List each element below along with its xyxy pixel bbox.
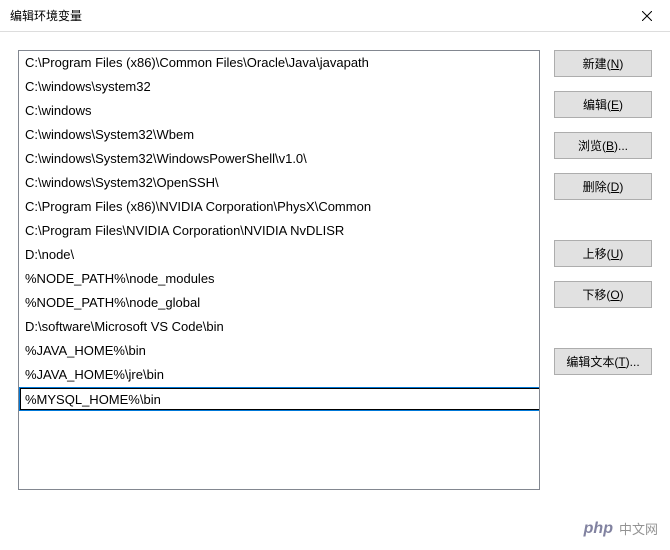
movedown-button[interactable]: 下移(O): [554, 281, 652, 308]
list-item[interactable]: C:\Program Files\NVIDIA Corporation\NVID…: [19, 219, 539, 243]
browse-button[interactable]: 浏览(B)...: [554, 132, 652, 159]
titlebar: 编辑环境变量: [0, 0, 670, 32]
edit-button[interactable]: 编辑(E): [554, 91, 652, 118]
list-item[interactable]: C:\windows: [19, 99, 539, 123]
list-item[interactable]: C:\windows\System32\WindowsPowerShell\v1…: [19, 147, 539, 171]
path-edit-input[interactable]: [20, 388, 539, 410]
list-item[interactable]: C:\windows\system32: [19, 75, 539, 99]
list-item[interactable]: D:\node\: [19, 243, 539, 267]
list-item[interactable]: C:\Program Files (x86)\Common Files\Orac…: [19, 51, 539, 75]
list-item-editing[interactable]: [19, 387, 539, 411]
list-item[interactable]: %JAVA_HOME%\bin: [19, 339, 539, 363]
close-icon: [642, 11, 652, 21]
content-area: C:\Program Files (x86)\Common Files\Orac…: [0, 32, 670, 550]
path-listbox[interactable]: C:\Program Files (x86)\Common Files\Orac…: [18, 50, 540, 490]
list-item[interactable]: D:\software\Microsoft VS Code\bin: [19, 315, 539, 339]
list-item[interactable]: %NODE_PATH%\node_modules: [19, 267, 539, 291]
list-item[interactable]: C:\Program Files (x86)\NVIDIA Corporatio…: [19, 195, 539, 219]
list-item[interactable]: C:\windows\System32\OpenSSH\: [19, 171, 539, 195]
watermark: php 中文网: [584, 519, 658, 538]
window-title: 编辑环境变量: [10, 7, 82, 24]
moveup-button[interactable]: 上移(U): [554, 240, 652, 267]
button-column: 新建(N) 编辑(E) 浏览(B)... 删除(D) 上移(U) 下移(O) 编…: [554, 50, 652, 550]
watermark-text: 中文网: [619, 519, 658, 538]
list-item[interactable]: C:\windows\System32\Wbem: [19, 123, 539, 147]
php-logo-icon: php: [584, 520, 613, 538]
delete-button[interactable]: 删除(D): [554, 173, 652, 200]
new-button[interactable]: 新建(N): [554, 50, 652, 77]
list-item[interactable]: %NODE_PATH%\node_global: [19, 291, 539, 315]
close-button[interactable]: [624, 0, 670, 32]
list-item[interactable]: %JAVA_HOME%\jre\bin: [19, 363, 539, 387]
edittext-button[interactable]: 编辑文本(T)...: [554, 348, 652, 375]
